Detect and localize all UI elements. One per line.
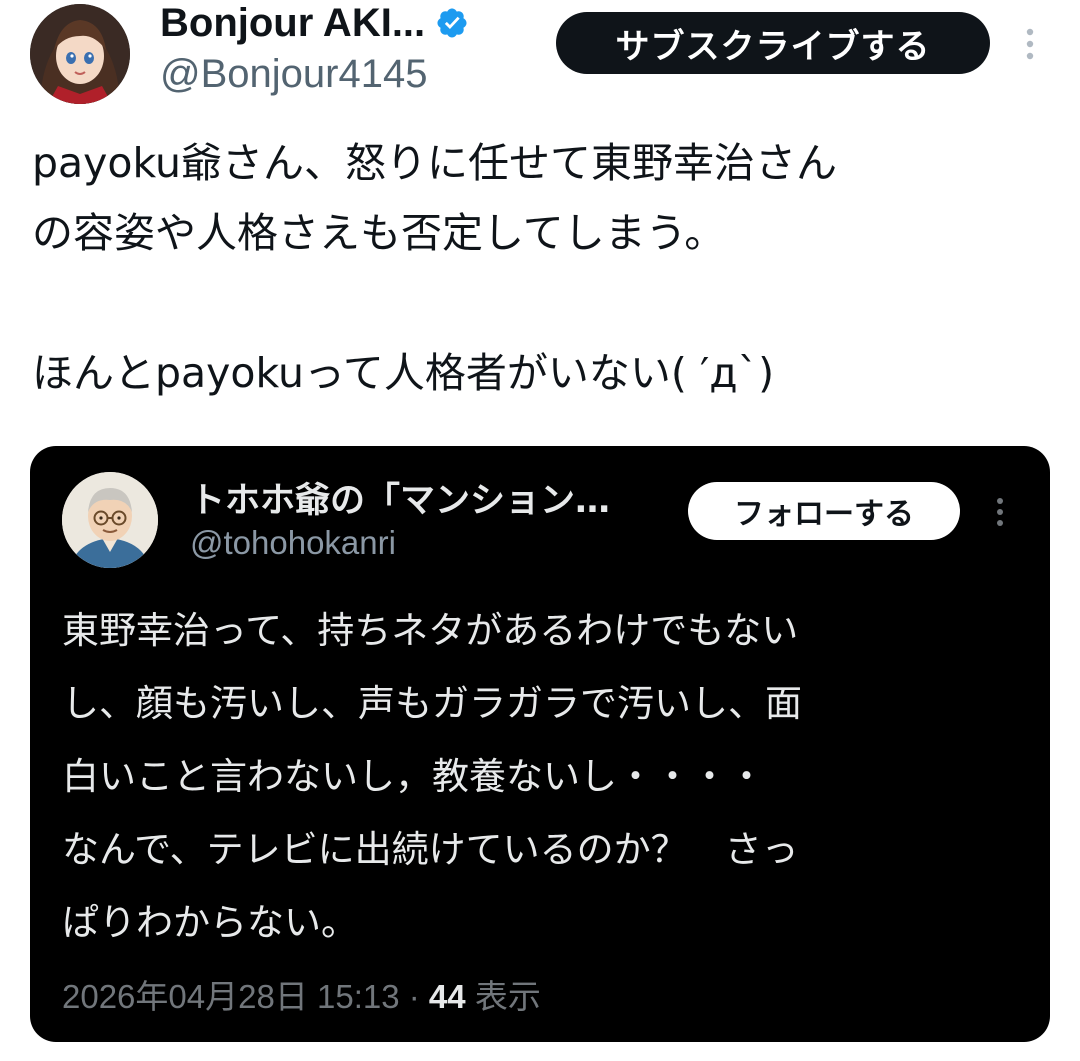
tweet-text: payoku爺さん、怒りに任せて東野幸治さん の容姿や人格さえも否定してしまう。… bbox=[32, 128, 1062, 408]
more-vertical-icon[interactable] bbox=[1018, 26, 1042, 62]
old-man-avatar-icon bbox=[62, 472, 158, 568]
quoted-tweet-line: ぱりわからない。 bbox=[62, 901, 358, 944]
more-vertical-icon[interactable] bbox=[990, 496, 1010, 528]
quoted-tweet-line: し、顔も汚いし、声もガラガラで汚いし、面 bbox=[62, 682, 802, 725]
author-name-row: Bonjour AKI... bbox=[160, 0, 469, 46]
quoted-author-handle[interactable]: @tohohokanri bbox=[190, 524, 396, 562]
views-label: 表示 bbox=[474, 978, 541, 1015]
quoted-tweet-card[interactable]: トホホ爺の「マンション… @tohohokanri フォローする 東野幸治って、… bbox=[30, 446, 1050, 1042]
meta-separator: · bbox=[408, 978, 420, 1015]
verified-badge-icon bbox=[437, 8, 467, 38]
tweet-line: の容姿や人格さえも否定してしまう。 bbox=[32, 209, 726, 257]
quoted-tweet-line: 白いこと言わないし，教養ないし・・・・ bbox=[62, 755, 765, 798]
author-avatar[interactable] bbox=[30, 4, 130, 104]
quoted-tweet-text: 東野幸治って、持ちネタがあるわけでもない し、顔も汚いし、声もガラガラで汚いし、… bbox=[62, 594, 1032, 959]
quoted-tweet-timestamp[interactable]: 2026年04月28日 15:13 bbox=[62, 978, 400, 1015]
subscribe-button[interactable]: サブスクライブする bbox=[556, 12, 990, 74]
quoted-author-avatar[interactable] bbox=[62, 472, 158, 568]
tweet-line: payoku爺さん、怒りに任せて東野幸治さん bbox=[32, 139, 837, 187]
author-display-name[interactable]: Bonjour AKI... bbox=[160, 1, 425, 46]
quoted-tweet-meta: 2026年04月28日 15:13 · 44 表示 bbox=[62, 970, 541, 1018]
follow-button[interactable]: フォローする bbox=[688, 482, 960, 540]
author-handle[interactable]: @Bonjour4145 bbox=[160, 52, 427, 97]
anime-girl-avatar-icon bbox=[30, 4, 130, 104]
quoted-author-display-name[interactable]: トホホ爺の「マンション… bbox=[190, 472, 610, 523]
quoted-tweet-line: なんで、テレビに出続けているのか？ さっ bbox=[62, 828, 799, 871]
tweet-line: ほんとpayokuって人格者がいない( ′д`) bbox=[32, 349, 775, 397]
quoted-tweet-line: 東野幸治って、持ちネタがあるわけでもない bbox=[62, 609, 799, 652]
views-count: 44 bbox=[428, 978, 466, 1015]
